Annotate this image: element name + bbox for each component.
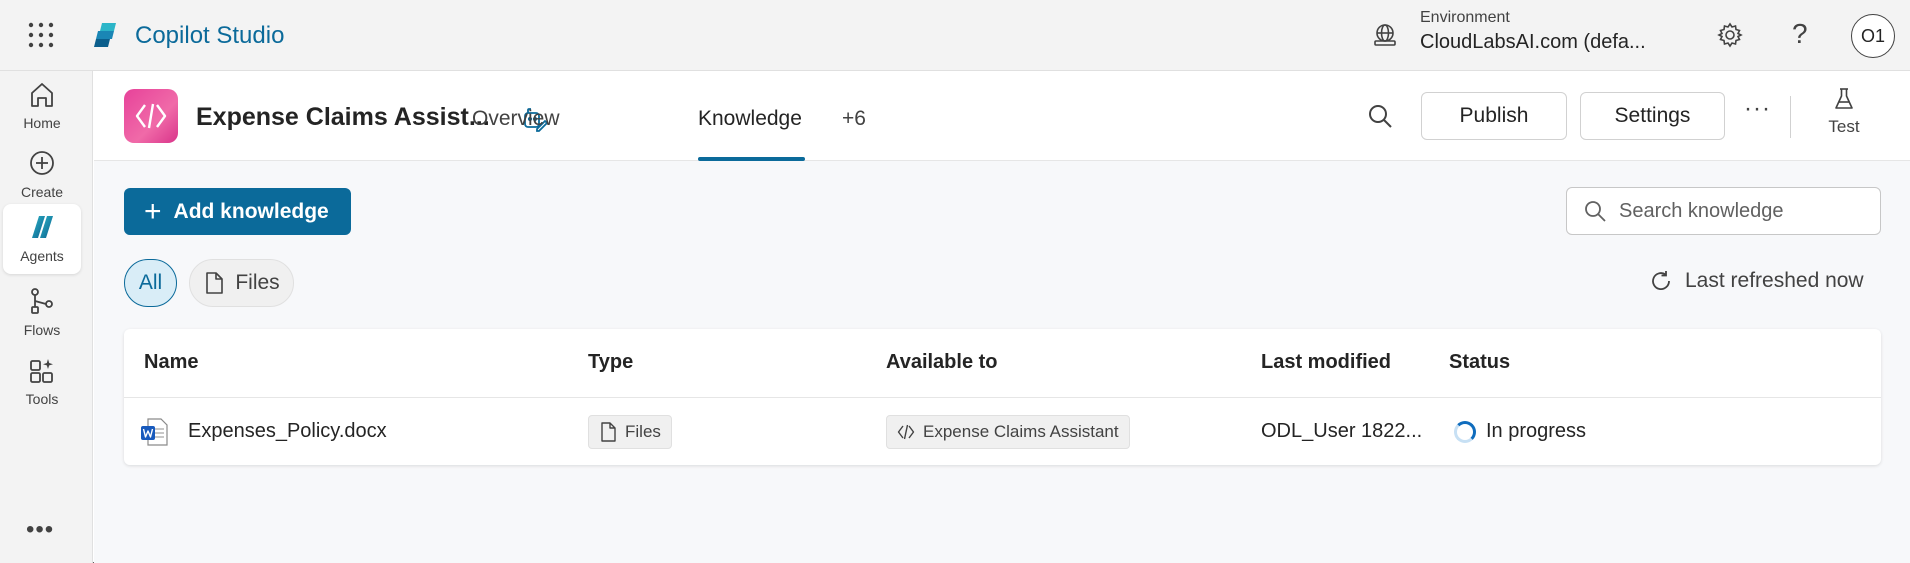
column-header-name[interactable]: Name (144, 351, 198, 374)
tab-overview[interactable]: Overview (472, 107, 560, 131)
test-button[interactable]: Test (1822, 87, 1866, 147)
environment-label: Environment (1420, 9, 1510, 26)
app-launcher-icon[interactable] (28, 22, 54, 48)
filter-chip-label: Files (235, 271, 280, 294)
top-bar: Copilot Studio Environment CloudLabsAI.c… (0, 0, 1910, 71)
rail-label: Flows (23, 322, 61, 338)
tab-knowledge[interactable]: Knowledge (698, 107, 802, 131)
header-divider (1790, 96, 1791, 138)
plus-icon: + (144, 194, 162, 228)
environment-globe-icon[interactable] (1372, 22, 1398, 48)
home-icon (31, 83, 53, 107)
main-content: Expense Claims Assist... Overview Knowle… (94, 71, 1910, 563)
search-icon (1585, 201, 1606, 222)
table-row[interactable]: Expenses_Policy.docx Files Expense Claim… (124, 398, 1881, 465)
search-knowledge-box[interactable] (1566, 187, 1881, 235)
filter-chip-files[interactable]: Files (189, 259, 294, 307)
tab-more[interactable]: +6 (842, 107, 866, 131)
column-header-status[interactable]: Status (1449, 351, 1510, 374)
available-to-cell: Expense Claims Assistant (886, 398, 1130, 465)
type-label: Files (625, 421, 661, 441)
agents-icon (32, 216, 53, 238)
agent-name[interactable]: Expense Claims Assist... (196, 103, 490, 132)
rail-item-tools[interactable]: Tools (3, 347, 81, 417)
agent-header: Expense Claims Assist... Overview Knowle… (94, 71, 1910, 161)
file-icon (601, 421, 616, 442)
more-apps-icon[interactable]: ••• (26, 516, 54, 544)
rail-label: Home (23, 115, 61, 131)
rail-item-create[interactable]: Create (3, 140, 81, 210)
status-cell: In progress (1454, 398, 1586, 465)
column-header-type[interactable]: Type (588, 351, 633, 374)
flows-icon (31, 288, 53, 314)
status-label: In progress (1486, 420, 1587, 442)
active-tab-indicator (698, 157, 805, 161)
file-icon (206, 272, 224, 294)
rail-label: Agents (20, 248, 64, 264)
rail-item-home[interactable]: Home (3, 71, 81, 141)
knowledge-table: Name Type Available to Last modified Sta… (124, 329, 1881, 465)
left-nav-rail: Home Create Agents Flows Tools ••• (0, 71, 93, 563)
filter-chip-all[interactable]: All (124, 259, 177, 307)
agent-badge: Expense Claims Assistant (886, 414, 1130, 449)
rail-label: Create (20, 184, 64, 200)
environment-picker[interactable]: CloudLabsAI.com (defa... (1420, 31, 1646, 54)
refresh-icon (1652, 271, 1670, 290)
rail-item-agents[interactable]: Agents (3, 204, 81, 274)
settings-button[interactable]: Settings (1580, 92, 1725, 140)
search-knowledge-input[interactable] (1619, 199, 1869, 223)
refresh-button[interactable]: Last refreshed now (1649, 269, 1864, 293)
file-name: Expenses_Policy.docx (188, 420, 387, 442)
settings-gear-icon[interactable] (1717, 22, 1743, 48)
name-cell[interactable]: Expenses_Policy.docx (140, 398, 387, 465)
more-options-icon[interactable]: ··· (1744, 95, 1771, 123)
agent-code-icon (135, 103, 167, 129)
agent-avatar (124, 89, 178, 143)
column-header-last-modified[interactable]: Last modified (1261, 351, 1391, 374)
tools-icon (30, 359, 53, 383)
column-header-available-to[interactable]: Available to (886, 351, 998, 374)
app-name[interactable]: Copilot Studio (135, 22, 284, 50)
search-icon[interactable] (1366, 102, 1394, 130)
add-knowledge-label: Add knowledge (173, 199, 329, 223)
type-badge: Files (588, 414, 672, 449)
flask-icon (1835, 88, 1853, 109)
progress-spinner-icon (1454, 420, 1476, 443)
type-cell: Files (588, 398, 672, 465)
test-label: Test (1828, 117, 1860, 136)
copilot-studio-logo-icon (94, 23, 116, 47)
publish-button[interactable]: Publish (1421, 92, 1567, 140)
last-modified-cell: ODL_User 1822... (1261, 420, 1423, 442)
agent-badge-label: Expense Claims Assistant (923, 421, 1119, 441)
agent-code-icon (897, 424, 915, 439)
word-document-icon (141, 417, 168, 446)
user-avatar[interactable]: O1 (1851, 14, 1895, 58)
rail-label: Tools (25, 391, 59, 407)
rail-item-flows[interactable]: Flows (3, 278, 81, 348)
add-knowledge-button[interactable]: + Add knowledge (124, 188, 351, 235)
plus-circle-icon (30, 151, 54, 175)
help-icon[interactable]: ? (1792, 18, 1808, 50)
last-refreshed-label: Last refreshed now (1685, 269, 1864, 292)
